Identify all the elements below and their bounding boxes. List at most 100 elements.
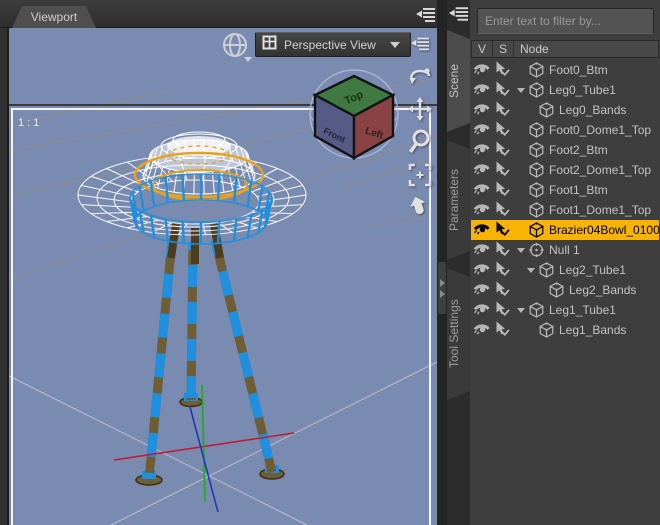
tab-tool-settings[interactable]: Tool Settings: [447, 268, 470, 400]
geometry-node-icon: [548, 282, 565, 298]
scene-tree-row[interactable]: Foot2_Btm: [471, 140, 659, 160]
tab-parameters[interactable]: Parameters: [447, 140, 470, 260]
eye-icon: [473, 82, 490, 98]
scene-tree-row[interactable]: Leg2_Tube1: [471, 260, 659, 280]
expander-toggle[interactable]: [517, 307, 528, 313]
eye-icon: [473, 122, 490, 138]
column-node[interactable]: Node: [514, 41, 658, 57]
orbit-camera-button[interactable]: [407, 65, 433, 91]
node-label: Foot1_Dome1_Top: [549, 203, 652, 217]
view-globe-icon[interactable]: [220, 32, 254, 62]
visibility-toggle[interactable]: [471, 222, 491, 238]
scene-tree-row[interactable]: Leg1_Bands: [471, 320, 659, 340]
viewport-3d-canvas[interactable]: 1 : 1 Top Front Left Perspective View: [7, 28, 437, 525]
visibility-toggle[interactable]: [471, 162, 491, 178]
cursor-check-icon: [493, 101, 510, 119]
visibility-toggle[interactable]: [471, 302, 491, 318]
scene-filter-input[interactable]: [477, 8, 654, 34]
geometry-node-icon: [528, 162, 545, 178]
scene-tree-row[interactable]: Foot1_Btm: [471, 180, 659, 200]
cursor-check-icon: [493, 221, 510, 239]
splitter-collapse-handle[interactable]: [438, 262, 446, 314]
selectability-toggle[interactable]: [491, 221, 511, 239]
eye-icon: [473, 102, 490, 118]
node-label: Brazier04Bowl_01008s: [549, 223, 659, 237]
tab-viewport[interactable]: Viewport: [12, 6, 96, 28]
scene-tree-header: V S Node: [471, 40, 659, 58]
visibility-toggle[interactable]: [471, 262, 491, 278]
geometry-node-icon: [538, 322, 555, 338]
scene-tree-row[interactable]: Foot2_Dome1_Top: [471, 160, 659, 180]
viewport-3d-scene: 1 : 1TopFront Left: [9, 69, 437, 525]
eye-icon: [473, 202, 490, 218]
selectability-toggle[interactable]: [491, 121, 511, 139]
chevron-down-icon: [517, 307, 525, 313]
pane-options-button[interactable]: [407, 32, 433, 58]
selectability-toggle[interactable]: [491, 261, 511, 279]
selectability-toggle[interactable]: [491, 61, 511, 79]
expander-toggle[interactable]: [517, 87, 528, 93]
selectability-toggle[interactable]: [491, 281, 511, 299]
pan-camera-button[interactable]: [407, 96, 433, 124]
eye-icon: [473, 222, 490, 238]
dock-pane-menu-icon[interactable]: [447, 3, 471, 23]
scene-tree-row[interactable]: Foot0_Btm: [471, 60, 659, 80]
reset-camera-button[interactable]: [407, 196, 433, 223]
scene-tree-row[interactable]: Foot1_Dome1_Top: [471, 200, 659, 220]
scene-tree: Foot0_Btm Leg0_Tube1 Leg0_Bands Foot0_Dome1…: [471, 60, 659, 340]
selectability-toggle[interactable]: [491, 81, 511, 99]
node-label: Foot2_Btm: [549, 143, 608, 157]
eye-icon: [473, 302, 490, 318]
column-selectability[interactable]: S: [493, 41, 514, 57]
cursor-check-icon: [493, 121, 510, 139]
selectability-toggle[interactable]: [491, 301, 511, 319]
chevron-down-icon: [517, 247, 525, 253]
zoom-camera-button[interactable]: [407, 129, 433, 157]
visibility-toggle[interactable]: [471, 102, 491, 118]
geometry-node-icon: [528, 302, 545, 318]
selectability-toggle[interactable]: [491, 101, 511, 119]
scene-tree-row[interactable]: Leg2_Bands: [471, 280, 659, 300]
expander-toggle[interactable]: [527, 267, 538, 273]
pane-splitter[interactable]: [437, 0, 447, 525]
selectability-toggle[interactable]: [491, 161, 511, 179]
visibility-toggle[interactable]: [471, 82, 491, 98]
visibility-toggle[interactable]: [471, 322, 491, 338]
chevron-down-icon: [517, 87, 525, 93]
visibility-toggle[interactable]: [471, 122, 491, 138]
visibility-toggle[interactable]: [471, 182, 491, 198]
selectability-toggle[interactable]: [491, 321, 511, 339]
node-label: Leg2_Tube1: [559, 263, 626, 277]
viewport-pane-menu-icon[interactable]: [413, 4, 437, 24]
node-label: Foot0_Btm: [549, 63, 608, 77]
cursor-check-icon: [493, 161, 510, 179]
scene-tree-row[interactable]: Null 1: [471, 240, 659, 260]
camera-selector-dropdown[interactable]: Perspective View: [255, 32, 411, 57]
eye-icon: [473, 62, 490, 78]
expander-toggle[interactable]: [517, 247, 528, 253]
selectability-toggle[interactable]: [491, 241, 511, 259]
eye-icon: [473, 182, 490, 198]
tab-scene[interactable]: Scene: [447, 30, 470, 132]
selectability-toggle[interactable]: [491, 201, 511, 219]
column-visibility[interactable]: V: [472, 41, 493, 57]
visibility-toggle[interactable]: [471, 202, 491, 218]
node-label: Foot1_Btm: [549, 183, 608, 197]
selectability-toggle[interactable]: [491, 141, 511, 159]
cursor-check-icon: [493, 241, 510, 259]
visibility-toggle[interactable]: [471, 142, 491, 158]
application-window: Viewport 1 : 1 Top Front Left Perspectiv…: [0, 0, 660, 525]
visibility-toggle[interactable]: [471, 62, 491, 78]
visibility-toggle[interactable]: [471, 282, 491, 298]
scene-tree-row[interactable]: Leg0_Bands: [471, 100, 659, 120]
visibility-toggle[interactable]: [471, 242, 491, 258]
selectability-toggle[interactable]: [491, 181, 511, 199]
scene-tree-row[interactable]: Brazier04Bowl_01008s: [471, 220, 659, 240]
geometry-node-icon: [528, 142, 545, 158]
scene-tree-row[interactable]: Leg1_Tube1: [471, 300, 659, 320]
eye-icon: [473, 162, 490, 178]
orbit-icon: [408, 65, 432, 92]
scene-tree-row[interactable]: Foot0_Dome1_Top: [471, 120, 659, 140]
frame-selection-button[interactable]: [407, 163, 433, 190]
scene-tree-row[interactable]: Leg0_Tube1: [471, 80, 659, 100]
